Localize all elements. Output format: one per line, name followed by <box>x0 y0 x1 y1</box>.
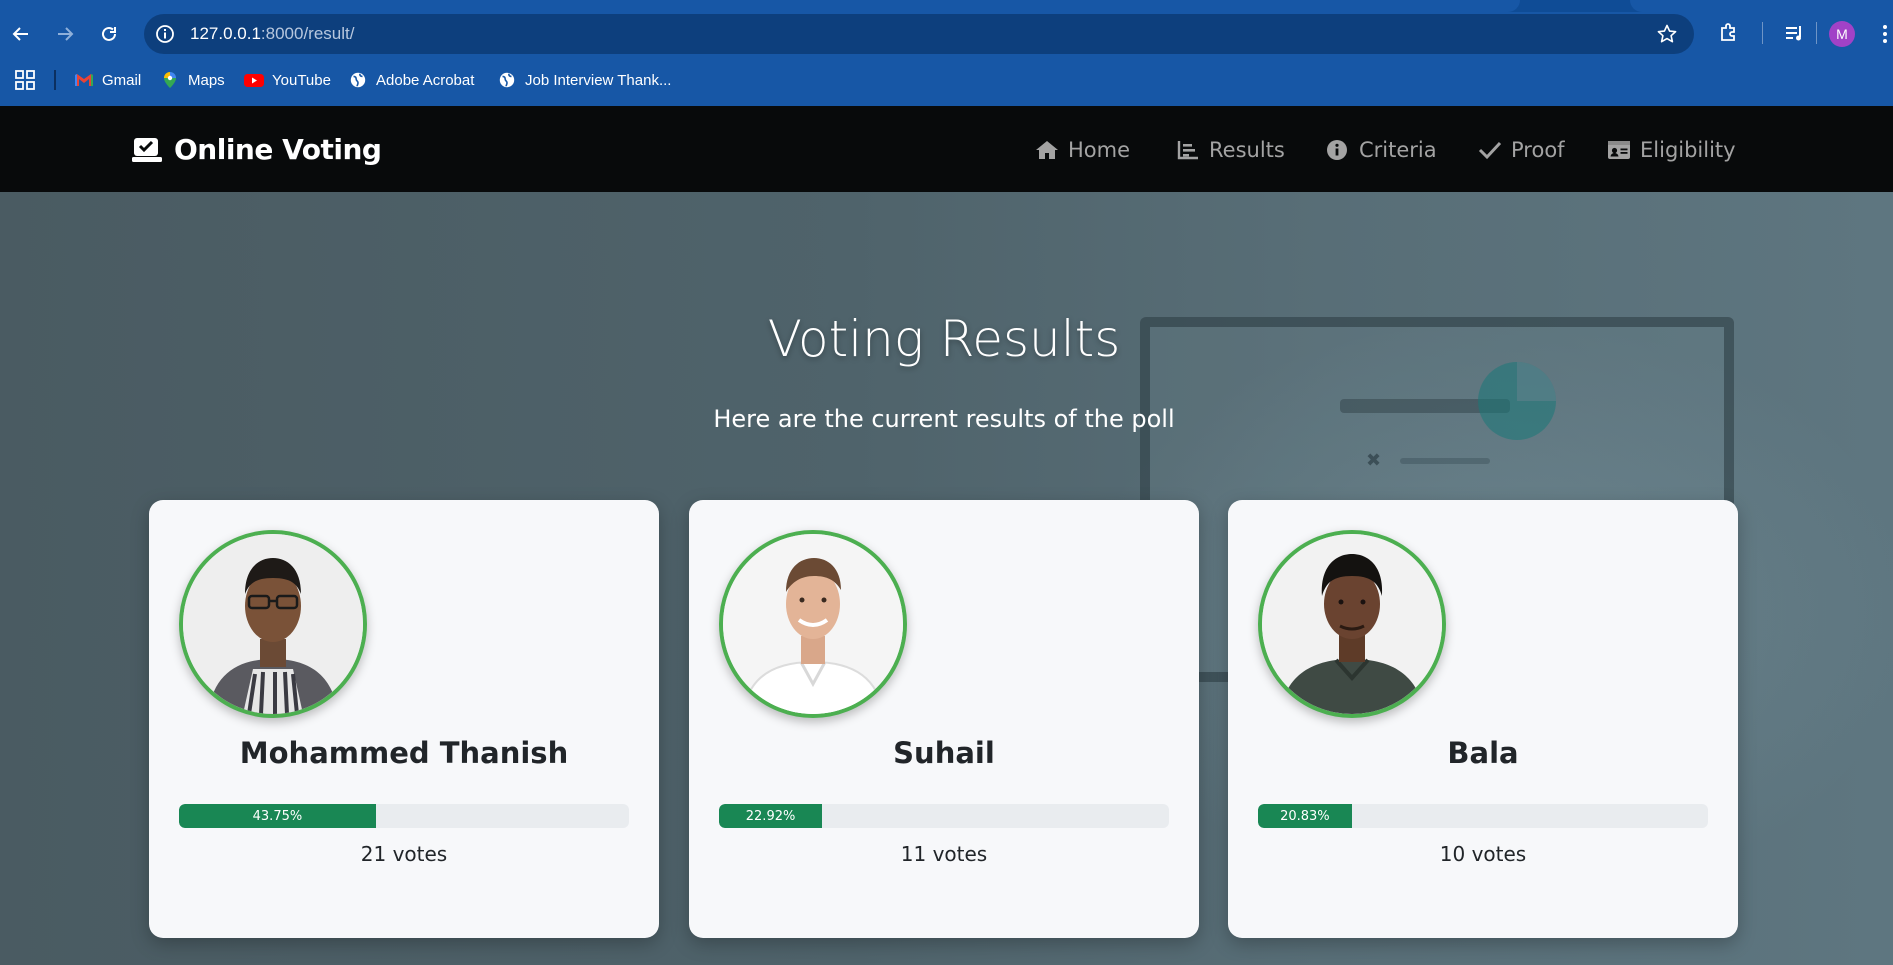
site-navbar: Online Voting Home Results Criteria Proo… <box>0 106 1893 192</box>
tab-strip <box>0 0 1893 12</box>
bookmark-youtube[interactable]: YouTube <box>244 67 331 93</box>
profile-avatar[interactable]: M <box>1829 21 1855 47</box>
home-icon <box>1036 141 1058 159</box>
candidate-name: Mohammed Thanish <box>239 736 569 770</box>
url-path: :8000/result/ <box>260 24 355 43</box>
reload-button[interactable] <box>92 17 126 51</box>
arrow-left-icon <box>12 27 28 41</box>
nav-proof[interactable]: Proof <box>1478 136 1565 164</box>
gmail-icon <box>75 74 93 86</box>
candidate-photo <box>179 530 367 718</box>
page-title: Voting Results <box>767 310 1121 368</box>
person-photo-icon <box>183 534 363 714</box>
bookmark-star-icon[interactable] <box>1656 23 1678 45</box>
nav-results[interactable]: Results <box>1176 136 1285 164</box>
vote-progress-fill: 43.75% <box>179 804 376 828</box>
background-decoration: ✖ <box>1366 450 1382 471</box>
candidate-photo <box>719 530 907 718</box>
candidate-name: Bala <box>1447 736 1519 770</box>
reload-icon <box>102 26 116 41</box>
bookmark-label: Adobe Acrobat <box>376 71 475 89</box>
bookmark-adobe-acrobat[interactable]: Adobe Acrobat <box>348 67 474 93</box>
vote-count: 21 votes <box>360 842 448 866</box>
candidate-card: Bala 20.83% 10 votes <box>1228 500 1738 938</box>
vote-count: 10 votes <box>1439 842 1527 866</box>
nav-eligibility[interactable]: Eligibility <box>1607 136 1736 164</box>
bookmark-label: Job Interview Thank... <box>525 71 672 89</box>
browser-chrome: 127.0.0.1:8000/result/ M Gmail Maps YouT… <box>0 0 1893 106</box>
bar-chart-icon <box>1177 141 1198 160</box>
info-icon <box>1327 140 1347 160</box>
vote-progress-fill: 20.83% <box>1258 804 1352 828</box>
candidate-card: Suhail 22.92% 11 votes <box>689 500 1199 938</box>
address-bar[interactable]: 127.0.0.1:8000/result/ <box>144 14 1694 54</box>
bookmark-label: Maps <box>188 71 225 89</box>
maps-icon <box>164 72 176 88</box>
bookmark-gmail[interactable]: Gmail <box>74 67 141 93</box>
vote-progress-bar: 43.75% <box>179 804 629 828</box>
vote-count: 11 votes <box>900 842 988 866</box>
check-icon <box>1478 141 1502 160</box>
nav-criteria-label: Criteria <box>1359 138 1437 162</box>
person-photo-icon <box>1262 534 1442 714</box>
nav-home-label: Home <box>1068 138 1131 162</box>
page-subtitle: Here are the current results of the poll <box>713 405 1175 433</box>
bookmarks-separator <box>54 70 56 90</box>
arrow-right-icon <box>58 27 74 41</box>
bookmark-label: Gmail <box>102 71 142 89</box>
candidate-card: Mohammed Thanish 43.75% 21 votes <box>149 500 659 938</box>
active-tab[interactable] <box>0 0 1520 12</box>
bookmark-maps[interactable]: Maps <box>160 67 225 93</box>
candidate-name: Suhail <box>893 736 995 770</box>
toolbar-separator <box>1816 22 1817 44</box>
candidate-photo <box>1258 530 1446 718</box>
id-card-icon <box>1608 141 1630 159</box>
bookmark-job-interview[interactable]: Job Interview Thank... <box>497 67 671 93</box>
extensions-icon[interactable] <box>1717 21 1741 45</box>
globe-icon <box>499 72 515 88</box>
bookmark-label: YouTube <box>272 71 331 89</box>
bookmarks-bar: Gmail Maps YouTube Adobe Acrobat Job Int… <box>0 62 1893 98</box>
nav-results-label: Results <box>1209 138 1285 162</box>
media-controls-icon[interactable] <box>1783 21 1807 45</box>
nav-criteria[interactable]: Criteria <box>1326 136 1437 164</box>
vote-progress-bar: 20.83% <box>1258 804 1708 828</box>
vote-progress-bar: 22.92% <box>719 804 1169 828</box>
vote-progress-fill: 22.92% <box>719 804 823 828</box>
url-host: 127.0.0.1 <box>190 24 261 43</box>
back-button[interactable] <box>4 17 38 51</box>
nav-eligibility-label: Eligibility <box>1640 138 1736 162</box>
url-text[interactable]: 127.0.0.1:8000/result/ <box>190 24 354 44</box>
ballot-box-icon <box>132 138 162 162</box>
nav-proof-label: Proof <box>1511 138 1565 162</box>
apps-grid-icon[interactable] <box>14 69 36 91</box>
brand-logo-link[interactable]: Online Voting <box>132 132 382 166</box>
forward-button[interactable] <box>48 17 82 51</box>
brand-text: Online Voting <box>174 132 382 166</box>
site-info-icon[interactable] <box>154 23 176 45</box>
youtube-icon <box>244 74 264 87</box>
more-menu-icon[interactable] <box>1880 22 1890 46</box>
globe-icon <box>350 72 366 88</box>
nav-home[interactable]: Home <box>1035 136 1130 164</box>
background-decoration <box>1400 458 1490 464</box>
browser-tab[interactable] <box>1630 0 1893 12</box>
toolbar-separator <box>1762 22 1763 44</box>
person-photo-icon <box>723 534 903 714</box>
